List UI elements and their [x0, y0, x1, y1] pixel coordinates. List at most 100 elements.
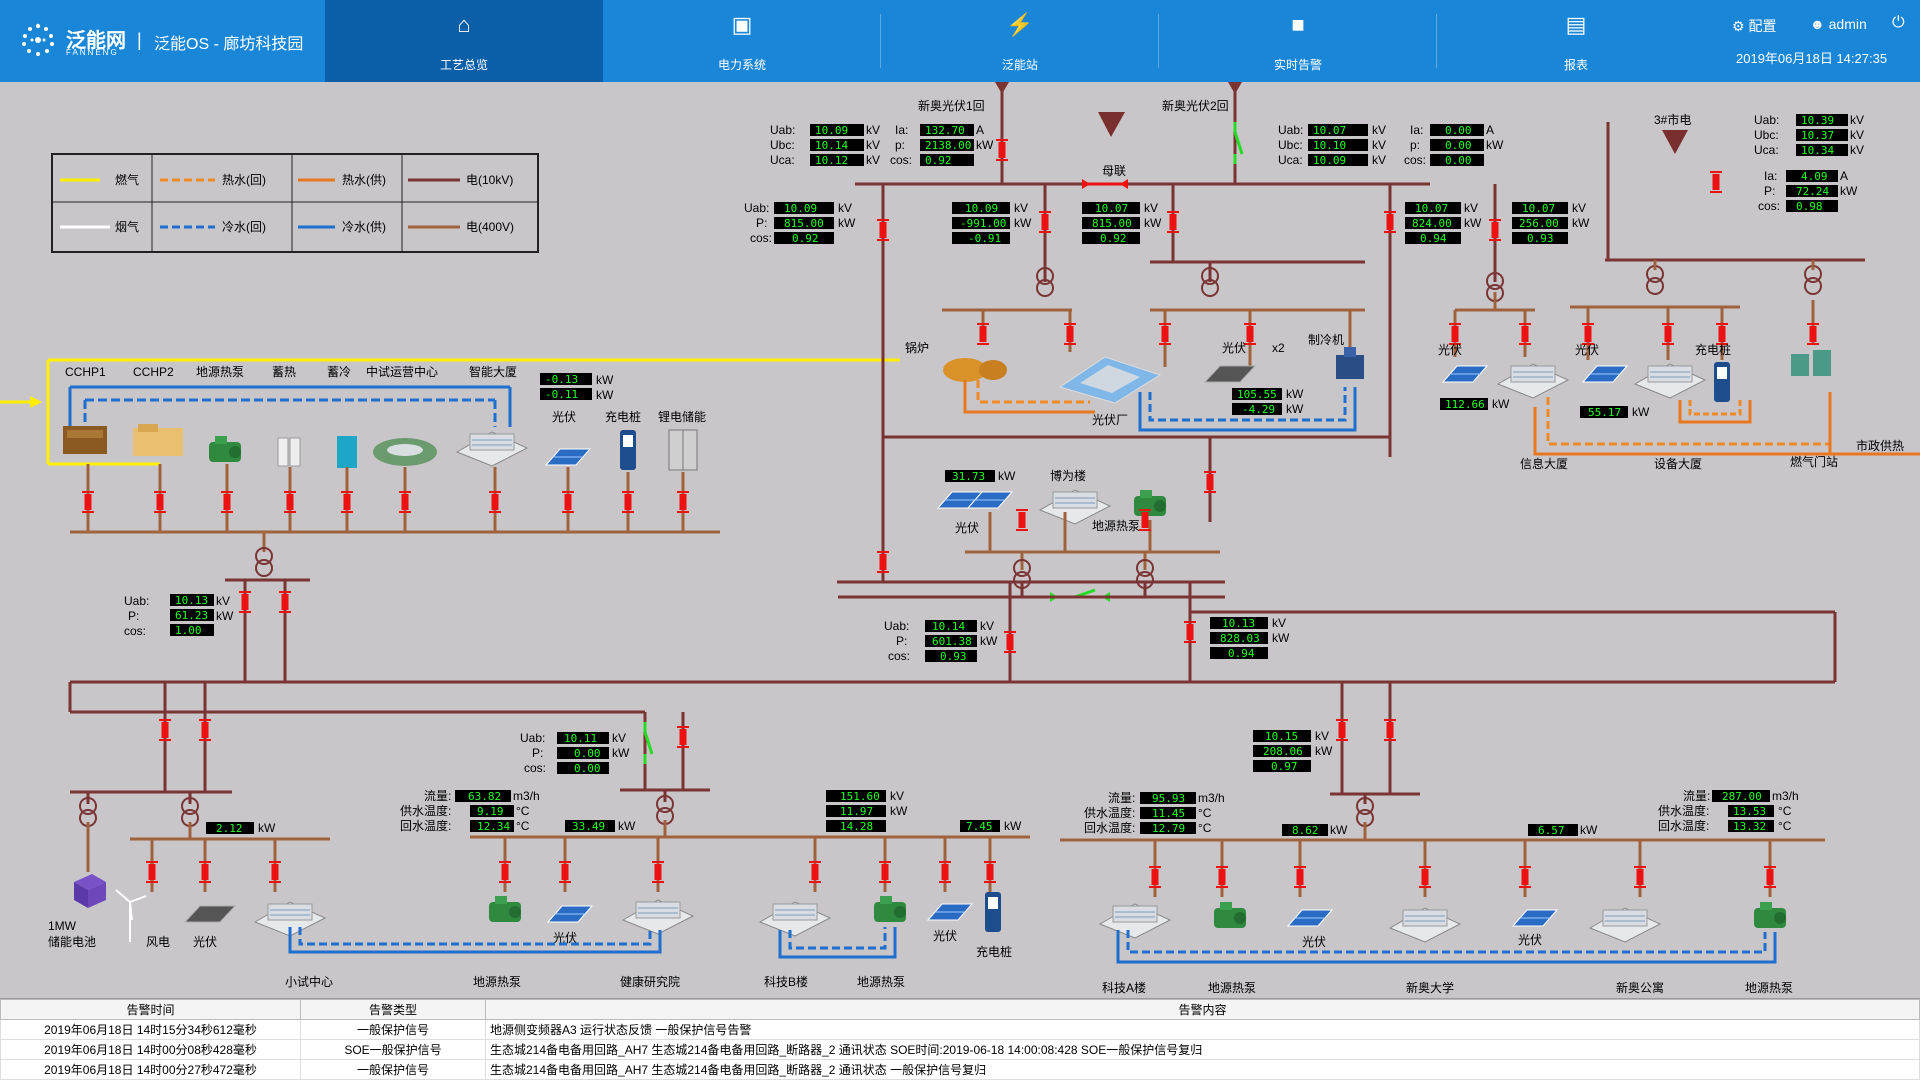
cchp1-icon[interactable] — [63, 426, 107, 454]
user-menu[interactable]: ☻ admin — [1810, 16, 1867, 32]
svg-text:P:: P: — [128, 609, 139, 623]
svg-text:cos:: cos: — [890, 153, 912, 167]
xagy-building-icon[interactable] — [1589, 907, 1661, 943]
heatpump-low3-icon[interactable] — [1214, 902, 1246, 928]
config-button[interactable]: ⚙ 配置 — [1732, 16, 1776, 36]
chiller-icon[interactable] — [1336, 347, 1364, 379]
xadx-building-icon[interactable] — [1389, 907, 1461, 943]
tab-realtime-alarm[interactable]: ■ 实时告警 — [1159, 0, 1437, 82]
xinxi-building-icon[interactable] — [1497, 363, 1569, 399]
label-flow-v: 流量: — [424, 789, 451, 803]
cold-storage-icon[interactable] — [337, 436, 357, 468]
meter-v-ret: 12.34 — [477, 820, 510, 833]
svg-text:kW: kW — [1315, 744, 1333, 758]
alarm-panel: 告警时间 告警类型 告警内容 2019年06月18日 14时15分34秒612毫… — [0, 998, 1920, 1081]
pv-r2-icon[interactable] — [1582, 365, 1628, 383]
tab-energy-station[interactable]: ⚡ 泛能站 — [881, 0, 1159, 82]
tab-report[interactable]: ▤ 报表 — [1437, 0, 1715, 82]
table-row[interactable]: 2019年06月18日 14时00分27秒472毫秒 一般保护信号 生态城214… — [0, 1059, 1920, 1080]
battery-icon[interactable] — [74, 874, 106, 908]
svg-text:m3/h: m3/h — [513, 789, 540, 803]
mother-link-switch[interactable] — [1082, 179, 1128, 189]
wind-icon[interactable] — [115, 889, 147, 942]
meter-v-sup: 9.19 — [477, 805, 504, 818]
meter-g: 10.09 kV -991.00 kW -0.91 — [952, 201, 1032, 245]
label-dyrb-low1: 地源热泵 — [473, 975, 521, 989]
table-row[interactable]: 2019年06月18日 14时00分08秒428毫秒 SOE一般保护信号 生态城… — [0, 1039, 1920, 1060]
heat-storage-icon[interactable] — [277, 437, 301, 467]
meter-u: 2.12 kW — [206, 821, 276, 835]
meter-n1-value: -0.13 — [545, 373, 578, 386]
pv-low2-icon[interactable] — [547, 905, 593, 923]
label-shebei: 设备大厦 — [1654, 457, 1702, 471]
pv-r1-icon[interactable] — [1442, 365, 1488, 383]
boiler-icon[interactable] — [943, 358, 1007, 382]
kja-building-icon[interactable] — [1099, 903, 1171, 939]
pv-low5-icon[interactable] — [1512, 909, 1558, 927]
pv-left-icon[interactable] — [545, 448, 591, 466]
charger-r-icon[interactable] — [1714, 362, 1730, 402]
pv-low3-icon[interactable] — [927, 903, 973, 921]
meter-d-p: 0.00 — [1445, 139, 1472, 152]
meter-f-uab: 10.09 — [784, 202, 817, 215]
pv-mid-icon[interactable] — [1203, 365, 1257, 383]
svg-text:kW: kW — [1580, 823, 1598, 837]
config-label: 配置 — [1748, 18, 1777, 34]
charger-low-icon[interactable] — [985, 892, 1001, 932]
power-icon[interactable]: ⏻ — [1892, 14, 1905, 32]
smart-building-icon[interactable] — [456, 431, 528, 467]
gas-station-icon[interactable] — [1791, 350, 1831, 376]
jkyjy-building-icon[interactable] — [622, 899, 694, 935]
cchp2-icon[interactable] — [133, 424, 183, 456]
charger-left-icon[interactable] — [620, 430, 636, 470]
transformer-left[interactable] — [255, 547, 273, 577]
heatpump-low1-icon[interactable] — [489, 896, 521, 922]
alarm-header-row: 告警时间 告警类型 告警内容 — [0, 999, 1920, 1020]
logo-subtext: FANNENG — [66, 48, 119, 57]
legend-hot-return: 热水(回) — [222, 173, 266, 187]
meter-o: 31.73 kW — [945, 469, 1016, 483]
meter-a-uca: 10.12 — [815, 154, 848, 167]
transformer-right3[interactable] — [1804, 265, 1822, 295]
label-muliang: 母联 — [1102, 164, 1126, 178]
heatpump-low2-icon[interactable] — [874, 896, 906, 922]
system-title: 泛能OS - 廊坊科技园 — [154, 36, 304, 53]
meter-f-cos: 0.92 — [792, 232, 819, 245]
li-storage-icon[interactable] — [668, 429, 698, 471]
meter-w: 151.60 kV 11.97 kW 14.28 7.45 kW — [826, 789, 1022, 833]
meter-e-uca: 10.34 — [1801, 144, 1834, 157]
ground-heatpump-icon[interactable] — [209, 436, 241, 462]
shebei-building-icon[interactable] — [1634, 363, 1706, 399]
alarm-content: 地源侧变频器A3 运行状态反馈 一般保护信号告警 — [485, 1019, 1920, 1040]
tab-process-overview[interactable]: ⌂ 工艺总览 — [325, 0, 603, 82]
meter-i-v: 10.07 — [1415, 202, 1448, 215]
meter-h: 10.07 kV 815.00 kW 0.92 — [1082, 201, 1162, 245]
svg-text:Ubc:: Ubc: — [1278, 138, 1303, 152]
label-ground-heatpump: 地源热泵 — [196, 365, 244, 379]
label-pv-left: 光伏 — [552, 410, 576, 424]
pv-low4-icon[interactable] — [1287, 909, 1333, 927]
alarm-table: 告警时间 告警类型 告警内容 2019年06月18日 14时15分34秒612毫… — [0, 999, 1920, 1080]
tab-power-system[interactable]: ▣ 电力系统 — [603, 0, 881, 82]
svg-text:P:: P: — [532, 746, 543, 760]
svg-text:kV: kV — [1372, 138, 1386, 152]
pilot-center-icon[interactable] — [373, 438, 437, 466]
pv-plant-icon[interactable] — [1058, 356, 1162, 404]
kjb-building-icon[interactable] — [759, 901, 831, 937]
alarm-header-time: 告警时间 — [0, 999, 301, 1020]
label-pv-low4: 光伏 — [1302, 935, 1326, 949]
svg-text:°C: °C — [1778, 819, 1792, 833]
svg-text:kV: kV — [216, 594, 230, 608]
meter-l-value: 112.66 — [1445, 398, 1485, 411]
table-row[interactable]: 2019年06月18日 14时15分34秒612毫秒 一般保护信号 地源侧变频器… — [0, 1019, 1920, 1040]
svg-text:kV: kV — [612, 731, 626, 745]
transformer-right2[interactable] — [1646, 265, 1664, 295]
mid-upper-10kv — [1043, 260, 1497, 282]
heatpump-bowei-icon[interactable] — [1134, 490, 1166, 516]
alarm-header-type: 告警类型 — [300, 999, 486, 1020]
heatpump-low4-icon[interactable] — [1754, 902, 1786, 928]
meter-w-cos: 14.28 — [840, 820, 873, 833]
pv-low1-icon[interactable] — [183, 905, 237, 923]
svg-text:kW: kW — [890, 804, 908, 818]
meter-d-cos: 0.00 — [1445, 154, 1472, 167]
